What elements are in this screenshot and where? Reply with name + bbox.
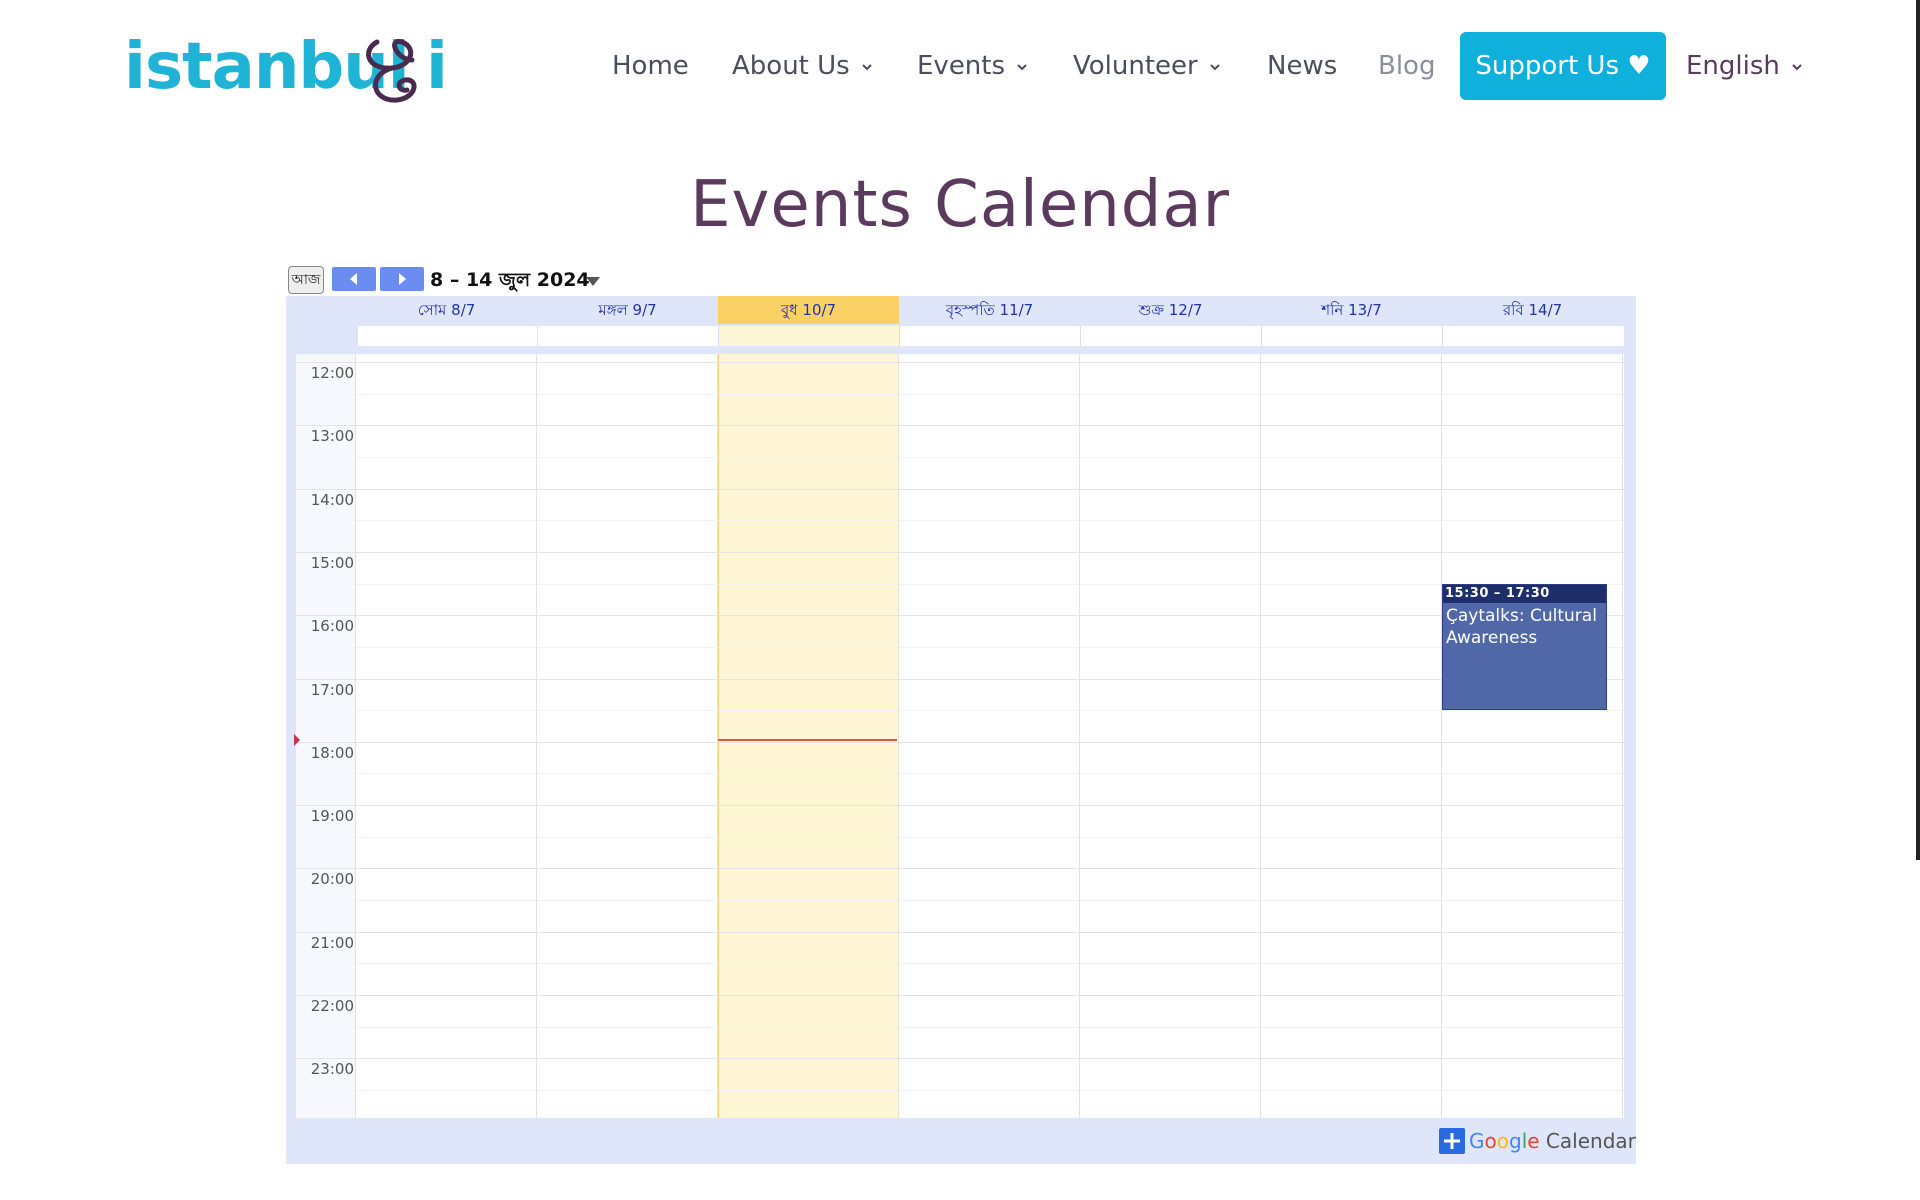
all-day-cell[interactable] [1080,326,1262,346]
hour-gridline [296,362,1624,363]
half-hour-gridline [356,393,1624,395]
today-column[interactable] [718,354,899,1118]
day-header: বুধ 10/7 [718,296,899,324]
time-label: 14:00 [310,490,354,509]
next-week-button[interactable] [380,267,424,291]
prev-week-button[interactable] [332,267,376,291]
nav-events[interactable]: Events [917,32,1029,100]
day-header: শুক্র 12/7 [1138,301,1203,319]
hour-gridline [296,995,1624,996]
time-label: 17:00 [310,680,354,699]
nav-blog[interactable]: Blog [1378,32,1435,100]
all-day-cell[interactable] [899,326,1081,346]
hour-gridline [296,741,1624,743]
half-hour-gridline [356,583,1624,585]
language-label: English [1686,51,1780,81]
time-label: 19:00 [310,807,354,826]
arrow-right-icon [399,273,406,285]
hour-gridline [296,805,1624,807]
time-label: 15:00 [310,553,354,572]
day-column-divider [1260,354,1261,1118]
time-label: 20:00 [310,870,354,889]
time-grid[interactable]: 12:00 13:00 14:00 15:00 16:00 17:00 18:00 19:00… [294,354,1624,1118]
half-hour-gridline [356,836,1624,838]
today-button[interactable]: আজ [288,266,324,294]
nav-news-label: News [1267,51,1338,81]
google-calendar-label: Google Calendar [1469,1129,1636,1153]
current-time-line [718,738,897,741]
page-scrollbar[interactable] [1916,0,1920,860]
all-day-cell[interactable] [1442,326,1624,346]
time-label: 21:00 [310,933,354,952]
hour-gridline [296,931,1624,933]
nav-blog-label: Blog [1378,51,1436,81]
event-title: Çaytalks: Cultural Awareness [1446,605,1597,648]
nav-home[interactable]: Home [612,32,689,100]
calendar-week-view: সোম 8/7 মঙ্গল 9/7 বুধ 10/7 বৃহস্পতি 11/7 শুক… [286,296,1636,1164]
nav-news[interactable]: News [1267,32,1337,100]
hour-gridline [296,551,1624,553]
day-column-divider [1441,354,1442,1118]
nav-about[interactable]: About Us [732,32,874,100]
day-column-divider [898,354,899,1118]
day-column-divider [536,354,537,1118]
all-day-cell[interactable] [356,326,538,346]
nav-events-label: Events [917,51,1006,81]
half-hour-gridline [356,963,1624,965]
main-nav: Home About Us Events Volunteer News Blog… [0,32,1920,100]
day-header: বৃহস্পতি 11/7 [945,301,1034,319]
plus-icon [1439,1128,1465,1154]
language-selector[interactable]: English [1686,32,1804,100]
all-day-cell[interactable] [537,326,719,346]
hour-gridline [296,868,1624,870]
nav-volunteer-label: Volunteer [1073,51,1198,81]
all-day-cell[interactable] [1261,326,1443,346]
time-label: 23:00 [310,1060,354,1079]
half-hour-gridline [356,1089,1624,1091]
day-header: সোম 8/7 [417,301,476,319]
chevron-down-icon [1017,63,1027,70]
all-day-cell[interactable] [718,326,900,346]
support-us-button[interactable]: Support Us ♥ [1460,32,1666,100]
time-label: 18:00 [310,743,354,762]
half-hour-gridline [356,710,1624,712]
half-hour-gridline [356,1026,1624,1028]
hour-gridline [296,678,1624,680]
nav-about-label: About Us [732,51,850,81]
date-range-label: 8 – 14 জুল 2024 [430,269,590,291]
event-time: 15:30 – 17:30 [1443,584,1606,603]
hour-gridline [296,488,1624,490]
time-label: 22:00 [310,997,354,1015]
page-title: Events Calendar [690,168,1230,242]
day-header: রবি 14/7 [1502,301,1563,319]
chevron-down-icon [1210,63,1220,70]
half-hour-gridline [356,773,1624,775]
caret-down-icon[interactable] [586,277,600,286]
nav-home-label: Home [612,51,689,81]
day-column-divider [1079,354,1080,1118]
all-day-row[interactable] [356,326,1624,346]
chevron-down-icon [1792,63,1802,70]
day-column-divider [355,354,356,1118]
day-column-divider [1622,354,1623,1118]
hour-gridline [296,615,1624,617]
half-hour-gridline [356,646,1624,648]
hour-gridline [296,1058,1624,1060]
day-header: শনি 13/7 [1321,301,1382,319]
day-header: মঙ্গল 9/7 [598,301,657,319]
half-hour-gridline [356,456,1624,458]
nav-volunteer[interactable]: Volunteer [1073,32,1222,100]
calendar-event[interactable]: 15:30 – 17:30 Çaytalks: Cultural Awarenes… [1442,583,1607,711]
time-label: 16:00 [310,617,354,636]
time-label: 12:00 [310,364,354,382]
chevron-down-icon [862,63,872,70]
half-hour-gridline [356,900,1624,902]
day-column-divider [717,354,718,1118]
arrow-left-icon [350,273,357,285]
hour-gridline [296,425,1624,427]
time-column: 12:00 13:00 14:00 15:00 16:00 17:00 18:00 19:00… [296,354,356,1118]
half-hour-gridline [356,520,1624,522]
current-time-marker [294,733,300,746]
time-label: 13:00 [310,427,354,446]
